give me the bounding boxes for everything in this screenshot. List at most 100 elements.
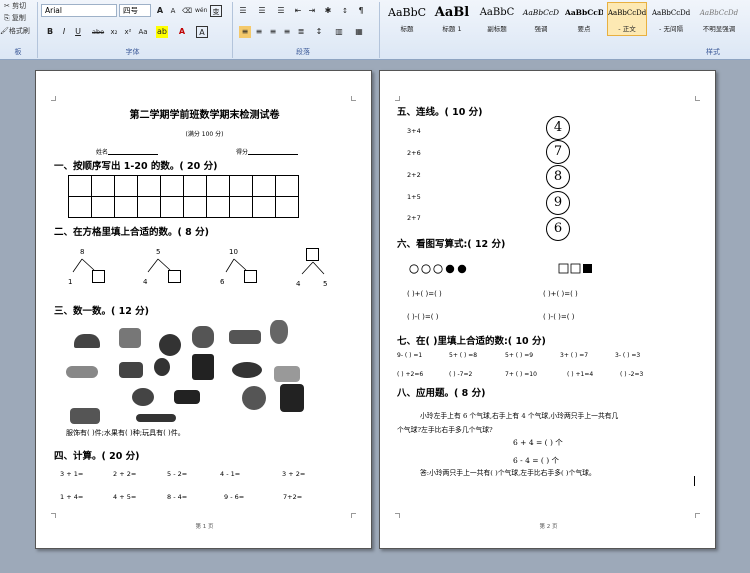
fill-item: 3- ( ) =3: [615, 352, 641, 359]
style-preview: AaBbCcD: [522, 8, 560, 17]
align-left-button[interactable]: ≡: [239, 26, 251, 38]
enclose-char-button[interactable]: 变: [210, 5, 222, 17]
bold-button[interactable]: B: [44, 26, 56, 38]
style-subtitle[interactable]: AaBbC 副标题: [477, 2, 517, 36]
clear-format-button[interactable]: ⌫: [181, 5, 193, 17]
melon-picture: [132, 388, 154, 406]
match-circle[interactable]: 4: [546, 116, 570, 140]
cut-label: 剪切: [12, 2, 27, 10]
char-border-button[interactable]: A: [196, 26, 208, 38]
style-emphasis[interactable]: AaBbCcD 强调: [521, 2, 561, 36]
style-heading-1[interactable]: AaBl 标题 1: [432, 2, 472, 36]
full-score-note: (满分 100 分): [185, 131, 224, 138]
name-blank[interactable]: [108, 154, 158, 155]
separator: [37, 2, 38, 58]
sock-picture: [274, 366, 300, 382]
split-left-number: 4: [143, 278, 148, 286]
coat-picture: [280, 384, 304, 412]
superscript-button[interactable]: x²: [122, 26, 134, 38]
style-no-spacing[interactable]: AaBbCcDd - 无间隔: [651, 2, 691, 36]
numbering-button[interactable]: ☰: [256, 5, 268, 17]
calc-item: 4 + 5=: [113, 493, 137, 501]
calc-item: 9 - 6=: [224, 493, 245, 501]
subscript-button[interactable]: x₂: [108, 26, 120, 38]
circles-figure: [409, 264, 467, 274]
page-2[interactable]: 五、连线。( 10 分) 3+4 2+6 2+2 1+5 2+7 4 7 8 9…: [379, 70, 716, 549]
style-strong[interactable]: AaBbCcD 要点: [564, 2, 604, 36]
answer-box[interactable]: [168, 270, 181, 283]
style-name: 不明显强调: [702, 25, 736, 33]
crop-mark: [351, 513, 356, 518]
style-subtle-emphasis[interactable]: AaBbCcDd 不明显强调: [696, 2, 742, 36]
fill-item: ( ) +1=4: [567, 371, 594, 378]
calc-item: 7+2=: [283, 493, 303, 501]
font-name-select[interactable]: Arial: [41, 4, 117, 17]
highlight-button[interactable]: ab: [156, 26, 168, 38]
copy-button[interactable]: ⎘ 复制: [4, 13, 26, 23]
section-3-heading: 三、数一数。( 12 分): [54, 306, 150, 317]
line-spacing-button[interactable]: ↕: [313, 26, 325, 38]
style-name: 强调: [534, 25, 548, 33]
format-painter-button[interactable]: 🖌格式刷: [0, 26, 30, 36]
match-circle[interactable]: 7: [546, 140, 570, 164]
word-problem-line: 个气球?左手比右手多几个气球?: [397, 426, 493, 434]
styles-group-label: 样式: [706, 48, 720, 56]
subtraction-equation: 6 - 4 = ( ) 个: [513, 456, 560, 465]
change-case-button[interactable]: Aa: [137, 26, 149, 38]
borders-button[interactable]: ▦: [353, 26, 365, 38]
calc-item: 2 + 2=: [113, 470, 137, 478]
number-grid[interactable]: [68, 175, 299, 218]
split-top-number: 10: [229, 248, 238, 256]
style-title[interactable]: AaBbC 标题: [387, 2, 427, 36]
split-top-number: 5: [156, 248, 161, 256]
style-name: 要点: [577, 25, 591, 33]
section-2-heading: 二、在方格里填上合适的数。( 8 分): [54, 227, 209, 238]
distributed-button[interactable]: ≣: [295, 26, 307, 38]
chinese-layout-button[interactable]: ✱: [322, 5, 334, 17]
page-footer: 第 1 页: [195, 524, 214, 530]
show-marks-button[interactable]: ¶: [355, 5, 367, 17]
fill-item: 9- ( ) =1: [397, 352, 423, 359]
answer-box[interactable]: [92, 270, 105, 283]
align-center-button[interactable]: ≡: [253, 26, 265, 38]
style-name: 标题: [400, 25, 414, 33]
fill-item: ( ) +2=6: [397, 371, 424, 378]
shading-button[interactable]: ▥: [333, 26, 345, 38]
grid-row: [68, 196, 299, 218]
phonetic-guide-button[interactable]: wén: [195, 5, 207, 17]
font-color-button[interactable]: A: [176, 26, 188, 38]
section-5-heading: 五、连线。( 10 分): [397, 107, 483, 118]
match-circle[interactable]: 9: [546, 191, 570, 215]
grid-row: [68, 175, 299, 197]
strikethrough-button[interactable]: abe: [92, 26, 104, 38]
section-1-heading: 一、按顺序写出 1-20 的数。( 20 分): [54, 161, 218, 172]
match-circle[interactable]: 8: [546, 165, 570, 189]
grow-font-button[interactable]: A: [154, 5, 166, 17]
increase-indent-button[interactable]: ⇥: [306, 5, 318, 17]
answer-box[interactable]: [244, 270, 257, 283]
shrink-font-button[interactable]: A: [167, 5, 179, 17]
cut-button[interactable]: ✂ 剪切: [4, 1, 26, 11]
italic-button[interactable]: I: [58, 26, 70, 38]
answer-box[interactable]: [306, 248, 319, 261]
split-left-number: 4: [296, 280, 301, 288]
match-circle[interactable]: 6: [546, 217, 570, 241]
bullets-button[interactable]: ☰: [237, 5, 249, 17]
page-1[interactable]: 第二学期学前班数学期末检测试卷 (满分 100 分) 姓名 得分 一、按顺序写出…: [35, 70, 372, 549]
grapes-picture: [159, 334, 181, 356]
document-workspace[interactable]: 第二学期学前班数学期末检测试卷 (满分 100 分) 姓名 得分 一、按顺序写出…: [0, 60, 750, 573]
name-label: 姓名: [96, 149, 109, 156]
style-preview: AaBl: [434, 5, 470, 20]
justify-button[interactable]: ≡: [281, 26, 293, 38]
equation-blank-add: ( )+( )=( ): [407, 290, 442, 298]
score-blank[interactable]: [248, 154, 298, 155]
decrease-indent-button[interactable]: ⇤: [292, 5, 304, 17]
font-size-select[interactable]: 四号: [119, 4, 151, 17]
crop-mark: [351, 96, 356, 101]
align-right-button[interactable]: ≡: [267, 26, 279, 38]
multilevel-list-button[interactable]: ☰: [275, 5, 287, 17]
style-normal[interactable]: AaBbCcDd - 正文: [607, 2, 647, 36]
shoe-picture: [119, 362, 143, 378]
underline-button[interactable]: U: [72, 26, 84, 38]
sort-button[interactable]: ↕: [339, 5, 351, 17]
